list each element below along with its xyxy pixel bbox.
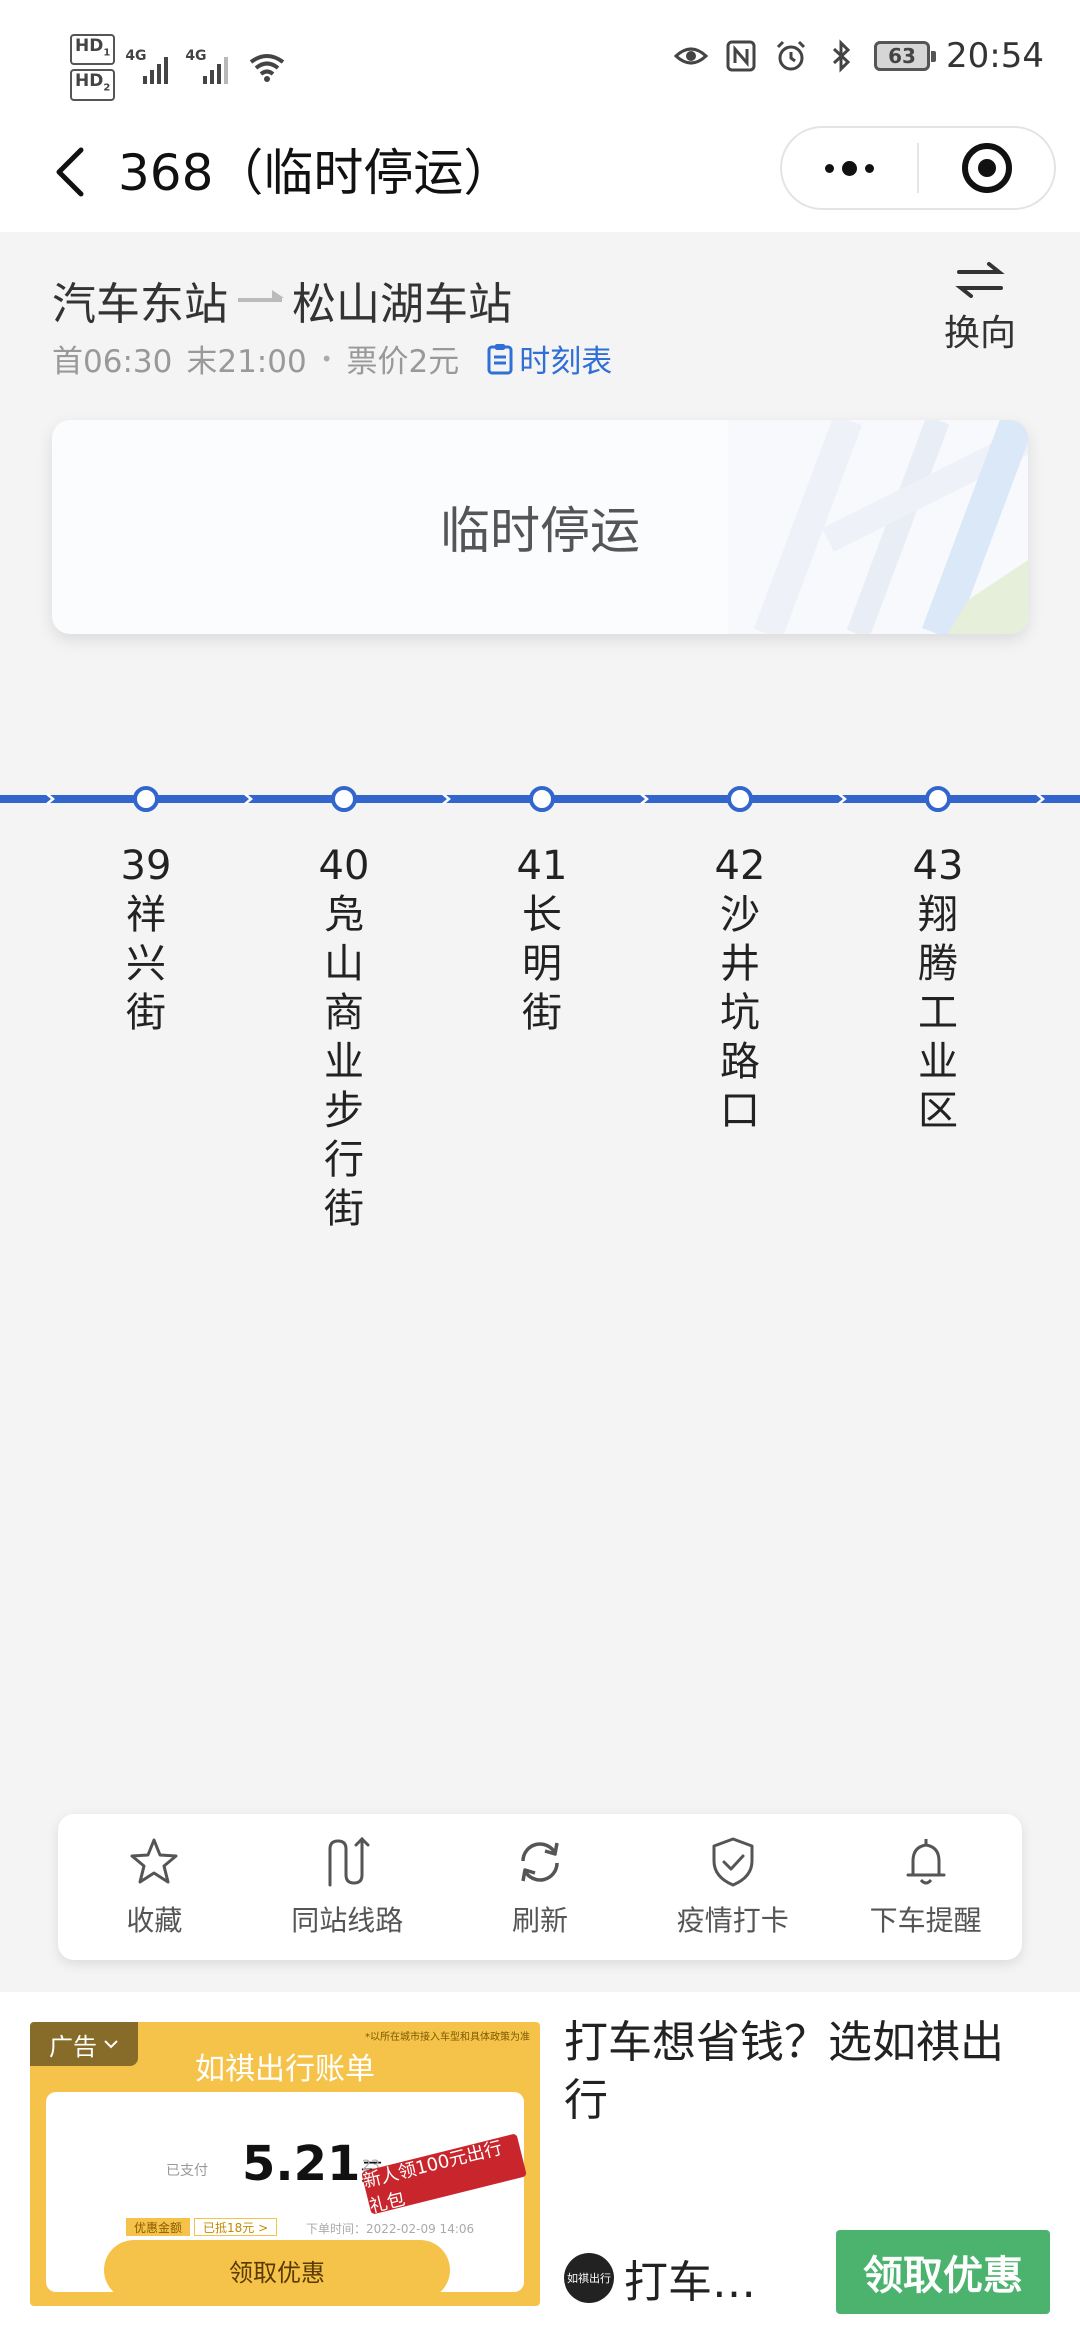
stop-dot[interactable]	[331, 786, 357, 812]
health-checkin-label: 疫情打卡	[676, 1904, 789, 1937]
stop-dot[interactable]	[529, 786, 555, 812]
stop-name: 沙井坑路口	[720, 892, 760, 1134]
last-bus-time: 末21:00	[186, 344, 307, 380]
stop-number: 40	[318, 843, 370, 889]
stop-item[interactable]: 41 长明街	[502, 842, 582, 1038]
clock: 20:54	[946, 36, 1044, 76]
route-arrow-icon	[238, 290, 284, 302]
star-icon	[130, 1838, 178, 1884]
ad-brand: 如祺出行 打车…	[564, 2246, 756, 2310]
ad-image-button: 领取优惠	[104, 2240, 450, 2300]
bell-icon	[906, 1839, 946, 1885]
title-bar: 368（临时停运）	[0, 118, 1080, 232]
same-stop-lines-label: 同站线路	[291, 1904, 404, 1937]
brand-logo-icon: 如祺出行	[564, 2253, 614, 2303]
stop-number: 41	[516, 843, 568, 889]
route-meta: 首06:30 末21:00 • 票价2元 时刻表	[52, 336, 612, 381]
page-title: 368（临时停运）	[118, 144, 514, 202]
ad-order-time: 下单时间：2022-02-09 14:06	[306, 2222, 475, 2236]
refresh-button[interactable]: 刷新	[444, 1814, 637, 1960]
signal1-icon: 4G	[125, 48, 175, 85]
meta-separator: •	[320, 346, 333, 371]
stop-name: 祥兴街	[126, 892, 166, 1036]
battery-icon: 63	[874, 41, 937, 71]
ad-image[interactable]: *以所在城市接入车型和具体政策为准 如祺出行账单 已支付 5.21元 23 新人…	[30, 2022, 540, 2306]
stop-item[interactable]: 43 翔腾工业区	[898, 842, 978, 1136]
hd-indicators: HD1 HD2	[70, 34, 116, 101]
stop-item[interactable]: 39 祥兴街	[106, 842, 186, 1038]
target-icon	[961, 143, 1012, 193]
hd2-icon: HD2	[70, 69, 116, 101]
route-icon	[328, 1836, 370, 1887]
stop-item[interactable]: 40 凫山商业步行街	[304, 842, 384, 1234]
close-miniapp-button[interactable]	[919, 128, 1054, 208]
more-button[interactable]	[782, 128, 917, 208]
route-direction: 汽车东站 松山湖车站	[52, 268, 512, 332]
action-toolbar: 收藏 同站线路 刷新 疫情打卡 下车提醒	[58, 1814, 1022, 1960]
suspension-text: 临时停运	[440, 502, 640, 560]
route-line-track	[0, 786, 1080, 812]
alight-reminder-label: 下车提醒	[869, 1904, 982, 1937]
favorite-button[interactable]: 收藏	[58, 1814, 251, 1960]
favorite-label: 收藏	[126, 1904, 183, 1937]
stop-item[interactable]: 42 沙井坑路口	[700, 842, 780, 1136]
swap-direction-button[interactable]: 换向	[920, 262, 1040, 356]
fare: 票价2元	[346, 344, 460, 380]
swap-icon	[955, 262, 1005, 298]
ad-fine-print: *以所在城市接入车型和具体政策为准	[365, 2032, 530, 2043]
route-from: 汽车东站	[52, 279, 228, 330]
ad-brand-name: 打车…	[624, 2257, 756, 2308]
bluetooth-icon	[832, 39, 851, 73]
health-checkin-button[interactable]: 疫情打卡	[636, 1814, 829, 1960]
suspension-card: 临时停运	[52, 420, 1028, 634]
refresh-icon	[521, 1842, 559, 1882]
stop-dot[interactable]	[133, 786, 159, 812]
swap-label: 换向	[943, 313, 1016, 354]
signal2-icon: 4G	[185, 48, 237, 85]
ad-cta-button[interactable]: 领取优惠	[836, 2230, 1050, 2314]
alarm-icon	[776, 40, 806, 71]
stop-name: 翔腾工业区	[918, 892, 958, 1134]
schedule-link[interactable]: 时刻表	[487, 336, 612, 381]
ad-headline: 打车想省钱？选如祺出行	[564, 2017, 1004, 2126]
status-left: HD1 HD2 4G 4G	[70, 34, 287, 101]
ad-badge[interactable]: 广告	[30, 2022, 138, 2066]
ad-discount-tag: 优惠金额	[126, 2218, 191, 2236]
miniapp-capsule	[780, 126, 1056, 210]
ad-stamp: 新人领100元出行礼包	[361, 2133, 527, 2218]
stop-dot[interactable]	[925, 786, 951, 812]
route-line: 39 祥兴街 40 凫山商业步行街 41 长明街 42 沙井坑路口 43 翔腾工业区	[0, 780, 1080, 1280]
status-right: 63 20:54	[674, 36, 1044, 76]
ad-banner[interactable]: *以所在城市接入车型和具体政策为准 如祺出行账单 已支付 5.21元 23 新人…	[0, 1992, 1080, 2340]
same-stop-lines-button[interactable]: 同站线路	[251, 1814, 444, 1960]
nfc-icon	[726, 40, 756, 72]
first-bus-time: 首06:30	[52, 344, 173, 380]
stop-number: 43	[912, 843, 964, 889]
status-bar: HD1 HD2 4G 4G 63 20:54	[0, 0, 1080, 118]
wifi-icon	[250, 54, 285, 83]
more-icon	[825, 160, 874, 176]
hd1-icon: HD1	[70, 34, 116, 66]
stop-number: 39	[120, 843, 172, 889]
schedule-link-label: 时刻表	[519, 344, 613, 380]
chevron-down-icon	[104, 2040, 118, 2049]
ad-receipt: 已支付 5.21元 23 新人领100元出行礼包 优惠金额 已抵18元 > 下单…	[46, 2092, 527, 2300]
eye-icon	[674, 47, 709, 65]
route-to: 松山湖车站	[292, 279, 512, 330]
clipboard-icon	[487, 343, 513, 374]
refresh-label: 刷新	[511, 1904, 568, 1937]
back-button[interactable]	[40, 142, 100, 202]
alight-reminder-button[interactable]: 下车提醒	[829, 1814, 1022, 1960]
stop-number: 42	[714, 843, 766, 889]
stop-name: 凫山商业步行街	[324, 892, 364, 1232]
stop-name: 长明街	[522, 892, 562, 1036]
stop-dot[interactable]	[727, 786, 753, 812]
ad-paid-label: 已支付	[166, 2163, 208, 2179]
shield-check-icon	[712, 1837, 754, 1887]
chevron-left-icon	[56, 147, 84, 197]
ad-discount-value: 已抵18元 >	[194, 2218, 278, 2236]
